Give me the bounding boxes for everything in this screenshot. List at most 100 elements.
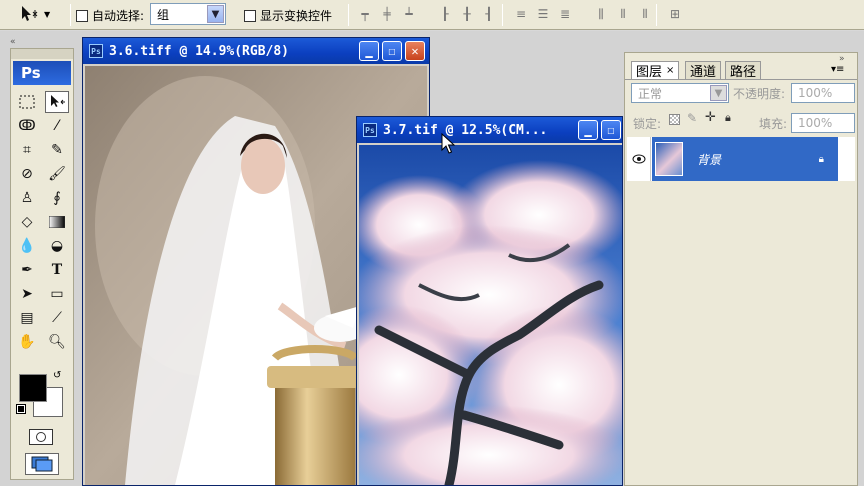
document-window-3-7[interactable]: Ps 3.7.tif @ 12.5%(CM... ▁ ☐ — [356, 116, 623, 486]
maximize-button[interactable]: ☐ — [601, 120, 621, 140]
distribute-left-icon[interactable]: ⫼ — [592, 5, 610, 23]
show-transform-checkbox[interactable] — [244, 9, 256, 22]
document-titlebar[interactable]: Ps 3.6.tiff @ 14.9%(RGB/8) ▁ ☐ ✕ — [83, 38, 429, 64]
toolbox-grip[interactable] — [11, 49, 73, 59]
blend-mode-dropdown[interactable]: 正常 ▼ — [631, 83, 729, 103]
align-right-icon[interactable]: ┨ — [480, 5, 498, 23]
align-hcenter-icon[interactable]: ╂ — [458, 5, 476, 23]
fill-label: 填充: — [759, 117, 788, 131]
ps-logo: Ps — [13, 61, 71, 85]
shape-tool-icon[interactable]: ▭ — [45, 283, 69, 305]
tab-layers-label: 图层 — [636, 65, 663, 80]
healing-brush-icon[interactable]: ⊘ — [15, 163, 39, 185]
lock-transparent-icon[interactable] — [669, 114, 680, 125]
lock-all-icon[interactable]: 🔒︎ — [725, 111, 731, 125]
separator — [656, 4, 657, 26]
show-transform-option[interactable]: 显示变换控件 — [244, 7, 332, 24]
align-vcenter-icon[interactable]: ╪ — [378, 5, 396, 23]
eraser-tool-icon[interactable]: ◇ — [15, 211, 39, 233]
panel-menu-icon[interactable]: ▾≡ — [831, 64, 844, 75]
lock-pixels-icon[interactable]: ✎ — [687, 111, 697, 125]
crop-tool-icon[interactable]: ⌗ — [15, 139, 39, 161]
toolbox: Ps ↂ ⁄ ⌗ ✎ ⊘ 🖌 ♙ ∮ ◇ 💧 ◒ ✒ T ➤ ▭ ▤ ⟋ ✋ 🔍… — [10, 48, 74, 480]
screen-mode-icon[interactable] — [25, 453, 59, 475]
minimize-button[interactable]: ▁ — [359, 41, 379, 61]
path-selection-icon[interactable]: ➤ — [15, 283, 39, 305]
lock-position-icon[interactable]: ✛ — [705, 110, 716, 125]
ps-document-icon: Ps — [89, 44, 103, 58]
tool-grid: ↂ ⁄ ⌗ ✎ ⊘ 🖌 ♙ ∮ ◇ 💧 ◒ ✒ T ➤ ▭ ▤ ⟋ ✋ 🔍︎ — [15, 91, 71, 353]
hand-tool-icon[interactable]: ✋ — [15, 331, 39, 353]
blend-mode-value: 正常 — [638, 86, 663, 101]
tab-layers[interactable]: 图层 × — [631, 61, 680, 80]
auto-select-checkbox[interactable] — [76, 9, 88, 22]
auto-select-value: 组 — [157, 7, 170, 22]
separator — [70, 4, 71, 26]
zoom-tool-icon[interactable]: 🔍︎ — [45, 331, 69, 353]
quick-mask-icon[interactable] — [29, 429, 53, 445]
gradient-tool-icon[interactable] — [45, 211, 69, 233]
notes-tool-icon[interactable]: ▤ — [15, 307, 39, 329]
close-icon[interactable]: × — [666, 65, 674, 76]
slice-tool-icon[interactable]: ✎ — [45, 139, 69, 161]
auto-select-option[interactable]: 自动选择: — [76, 7, 144, 24]
swap-colors-icon[interactable]: ↺ — [53, 370, 61, 381]
eyedropper-icon[interactable]: ⟋ — [45, 307, 69, 329]
distribute-top-icon[interactable]: ≡ — [512, 5, 530, 23]
show-transform-label: 显示变换控件 — [260, 9, 333, 23]
distribute-hcenter-icon[interactable]: ⫴ — [614, 5, 632, 23]
panel-collapse-icon[interactable]: » — [839, 54, 845, 64]
chevron-down-icon: ▼ — [710, 85, 727, 101]
distribute-vcenter-icon[interactable]: ☰ — [534, 5, 552, 23]
canvas-cherry-blossom[interactable] — [359, 145, 622, 485]
auto-select-dropdown[interactable]: 组 ▼ — [150, 3, 226, 25]
auto-align-layers-icon[interactable]: ⊞ — [666, 5, 684, 23]
document-title: 3.6.tiff @ 14.9%(RGB/8) — [109, 43, 290, 59]
eye-icon — [632, 154, 645, 164]
opacity-field[interactable]: 100% — [791, 83, 855, 103]
tool-preset-picker[interactable]: ▼ — [18, 4, 64, 24]
ps-document-icon: Ps — [363, 123, 377, 137]
lock-icon: 🔒︎ — [818, 153, 824, 165]
distribute-bottom-icon[interactable]: ≣ — [556, 5, 574, 23]
align-top-icon[interactable]: ┯ — [356, 5, 374, 23]
fill-value: 100% — [798, 116, 833, 130]
history-brush-icon[interactable]: ∮ — [45, 187, 69, 209]
layer-name: 背景 — [697, 152, 722, 167]
align-bottom-icon[interactable]: ┷ — [400, 5, 418, 23]
move-tool-icon — [22, 6, 38, 21]
move-tool-icon[interactable] — [45, 91, 69, 113]
align-left-icon[interactable]: ┠ — [436, 5, 454, 23]
blur-tool-icon[interactable]: 💧 — [15, 235, 39, 257]
layer-thumbnail — [655, 142, 683, 176]
collapse-arrows-icon[interactable]: « — [10, 37, 20, 47]
document-titlebar[interactable]: Ps 3.7.tif @ 12.5%(CM... ▁ ☐ — [357, 117, 622, 143]
type-tool-icon[interactable]: T — [45, 259, 69, 281]
mouse-cursor-icon — [441, 133, 455, 154]
separator — [348, 4, 349, 26]
fill-field[interactable]: 100% — [791, 113, 855, 133]
magic-wand-icon[interactable]: ⁄ — [45, 115, 69, 137]
close-button[interactable]: ✕ — [405, 41, 425, 61]
default-colors-icon[interactable] — [16, 404, 26, 414]
opacity-value: 100% — [798, 86, 833, 100]
distribute-right-icon[interactable]: ⦀ — [636, 5, 654, 23]
layer-visibility-toggle[interactable] — [627, 137, 651, 181]
marquee-tool-icon[interactable] — [15, 91, 39, 113]
separator — [502, 4, 503, 26]
dodge-tool-icon[interactable]: ◒ — [45, 235, 69, 257]
brush-tool-icon[interactable]: 🖌 — [45, 163, 69, 185]
lasso-tool-icon[interactable]: ↂ — [15, 115, 39, 137]
lock-label: 锁定: — [633, 117, 662, 131]
auto-select-label: 自动选择: — [92, 9, 145, 23]
maximize-button[interactable]: ☐ — [382, 41, 402, 61]
cherry-blossom-image — [359, 145, 622, 485]
align-group: ┯ ╪ ┷ ┠ ╂ ┨ — [356, 5, 498, 23]
minimize-button[interactable]: ▁ — [578, 120, 598, 140]
layer-row-background[interactable]: 背景 🔒︎ — [652, 137, 838, 181]
tab-channels[interactable]: 通道 — [685, 61, 722, 80]
pen-tool-icon[interactable]: ✒ — [15, 259, 39, 281]
tab-paths[interactable]: 路径 — [725, 61, 762, 80]
clone-stamp-icon[interactable]: ♙ — [15, 187, 39, 209]
foreground-color-swatch-top[interactable] — [19, 374, 47, 402]
